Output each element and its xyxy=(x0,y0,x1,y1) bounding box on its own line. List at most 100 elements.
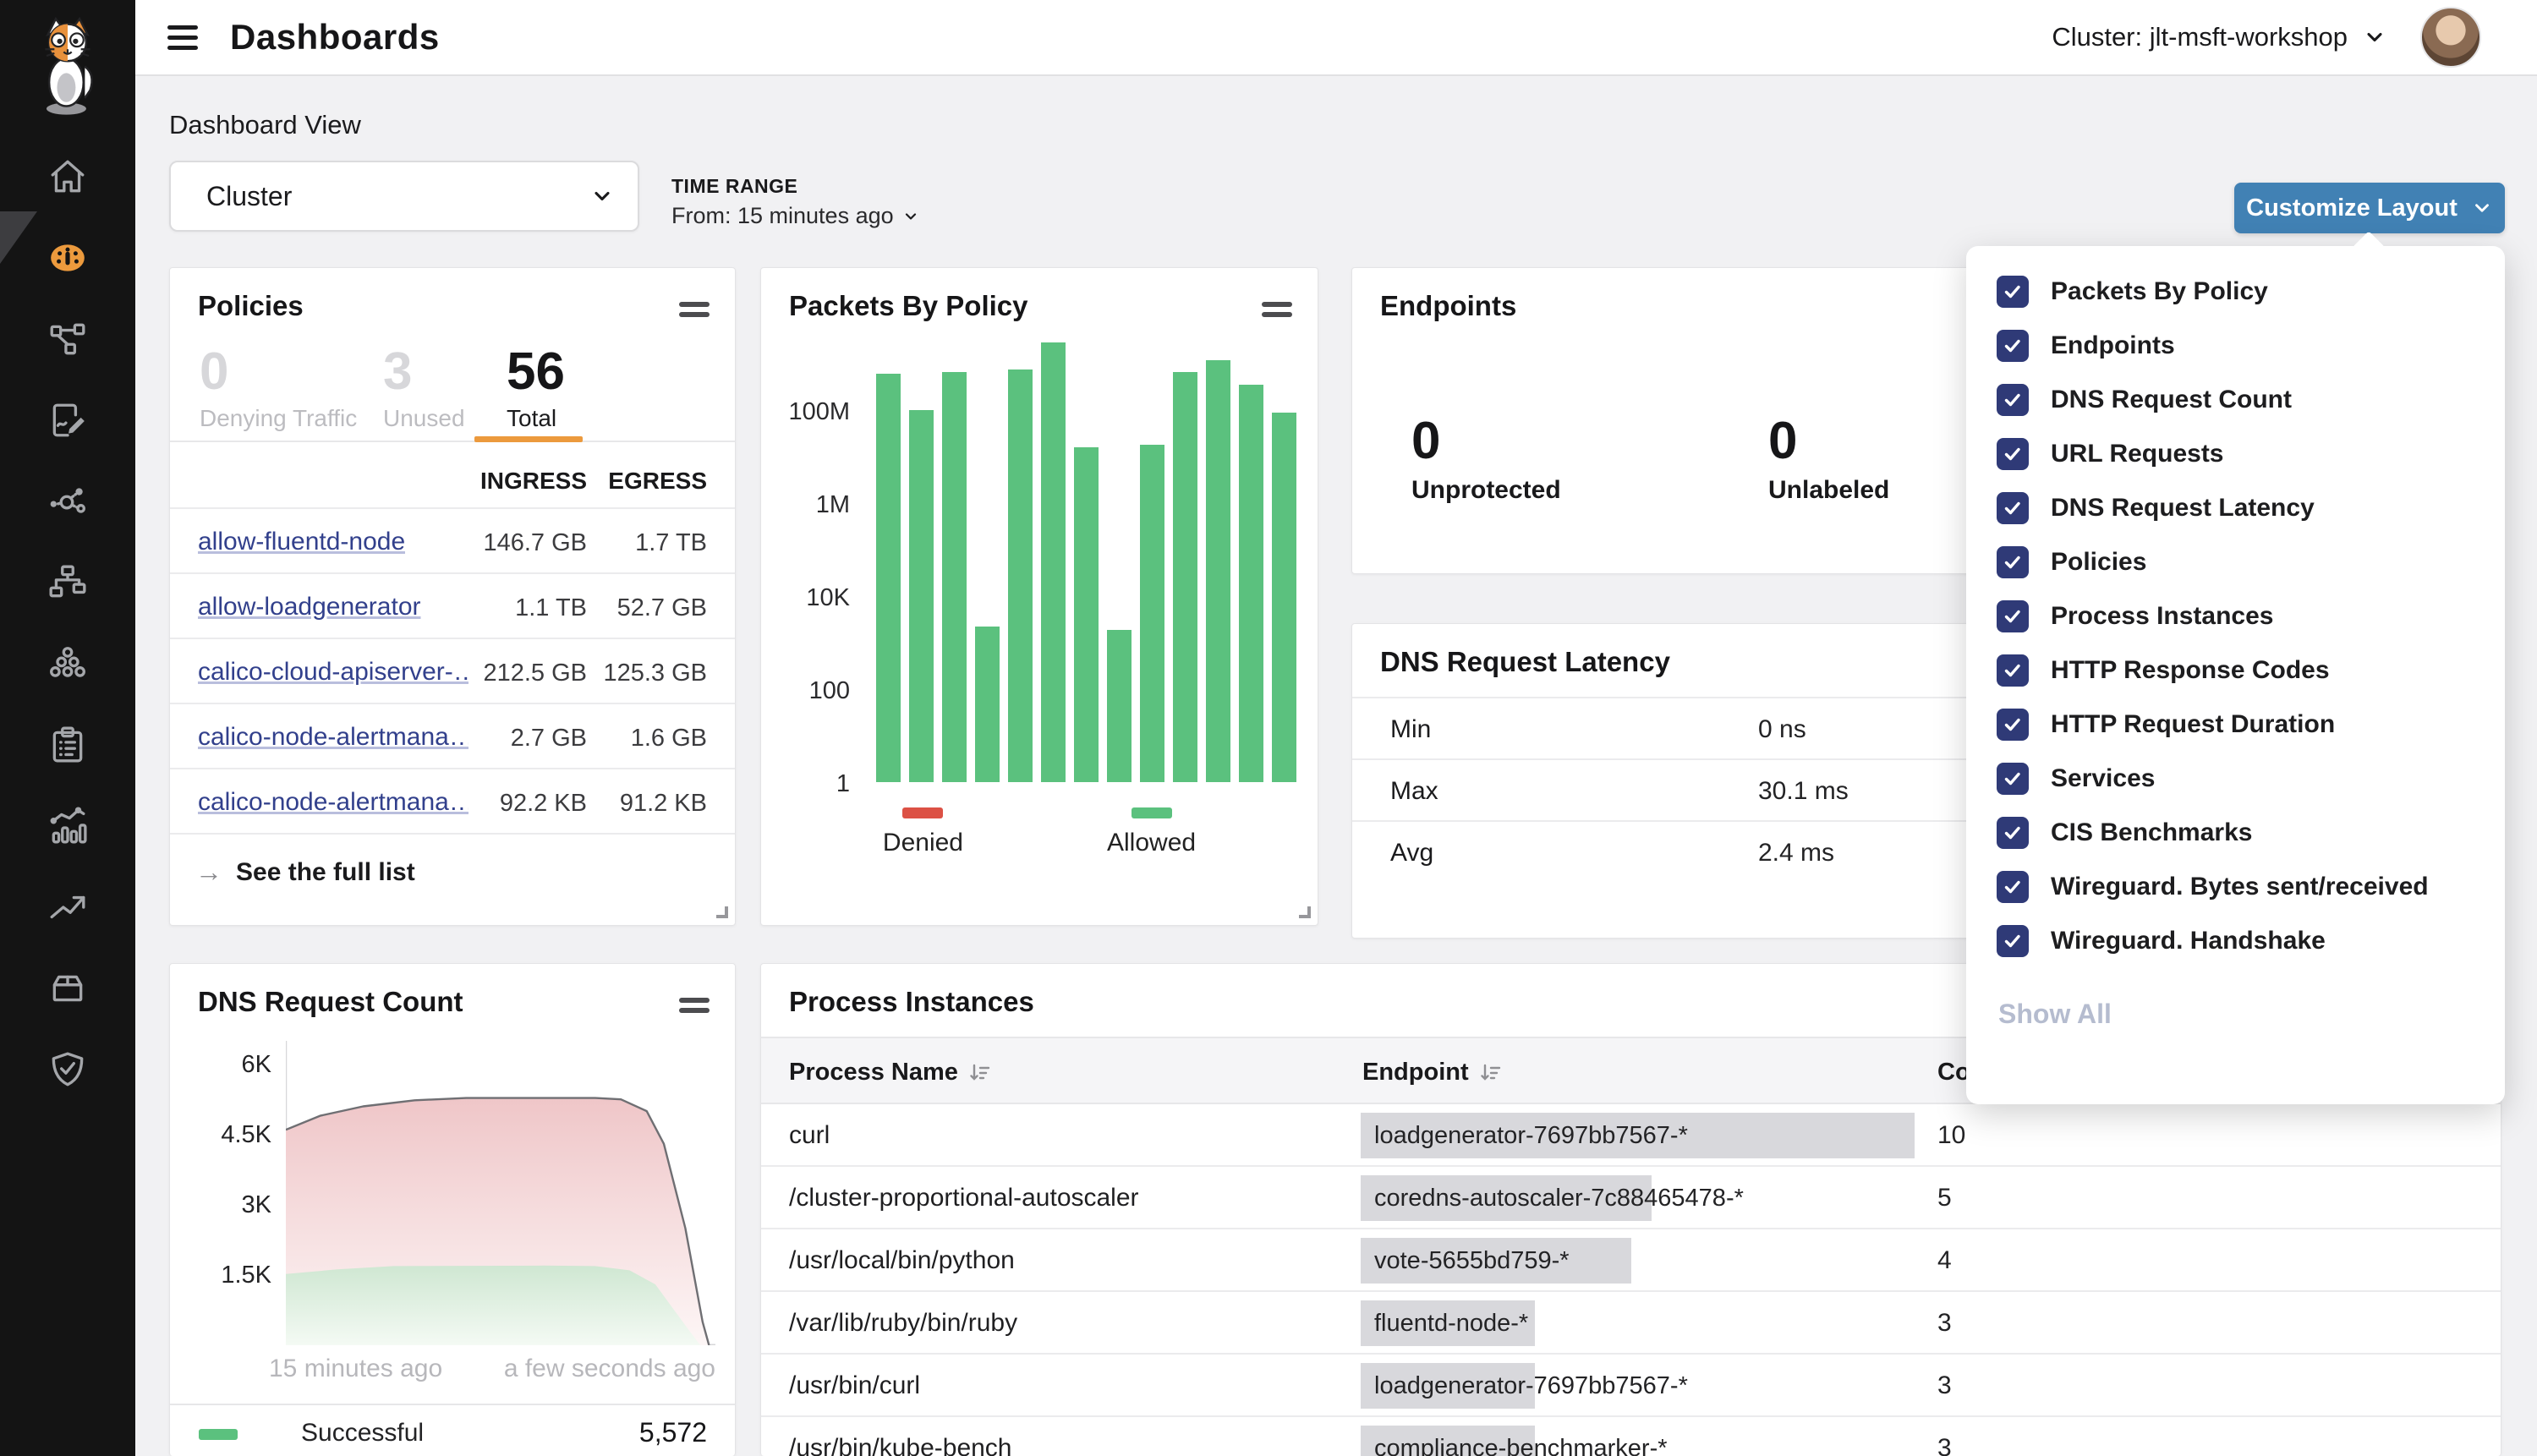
sort-icon[interactable] xyxy=(1479,1062,1501,1084)
sidebar-item-clusters[interactable] xyxy=(0,623,135,704)
customize-menu-item[interactable]: DNS Request Latency xyxy=(1966,481,2505,535)
checkbox-checked-icon[interactable] xyxy=(1997,925,2029,957)
policy-name-link[interactable]: allow-loadgenerator xyxy=(198,593,421,621)
checkbox-checked-icon[interactable] xyxy=(1997,546,2029,578)
stat-unlabeled[interactable]: 0 Unlabeled xyxy=(1768,413,1889,505)
customize-layout-button[interactable]: Customize Layout xyxy=(2234,183,2505,233)
policy-name-link[interactable]: allow-fluentd-node xyxy=(198,528,405,556)
show-all-link[interactable]: Show All xyxy=(1998,999,2505,1030)
checkbox-checked-icon[interactable] xyxy=(1997,600,2029,632)
checkbox-checked-icon[interactable] xyxy=(1997,438,2029,470)
allowed-swatch xyxy=(1132,807,1172,818)
endpoint-chip[interactable]: loadgenerator-7697bb7567-* xyxy=(1361,1363,1535,1409)
endpoint-chip[interactable]: compliance-benchmarker-* xyxy=(1361,1426,1535,1456)
endpoint-chip[interactable]: vote-5655bd759-* xyxy=(1361,1238,1631,1284)
packets-bar[interactable] xyxy=(876,374,901,782)
col-process-name[interactable]: Process Name xyxy=(789,1059,990,1087)
policy-name-link[interactable]: calico-node-alertmana… xyxy=(198,723,468,752)
customize-menu-item-label: DNS Request Latency xyxy=(2051,494,2315,523)
see-full-list-link[interactable]: → See the full list xyxy=(170,833,735,888)
policies-column-headers: INGRESS EGRESS xyxy=(170,442,735,507)
menu-icon[interactable] xyxy=(167,19,200,56)
sidebar-item-security[interactable] xyxy=(0,1029,135,1110)
customize-menu-item[interactable]: DNS Request Count xyxy=(1966,373,2505,427)
customize-menu-item-label: Endpoints xyxy=(2051,331,2175,360)
sidebar-item-dashboards[interactable] xyxy=(0,217,135,298)
resize-handle[interactable] xyxy=(716,906,728,918)
cluster-selector[interactable]: Cluster: jlt-msft-workshop xyxy=(2052,22,2386,52)
packets-bar[interactable] xyxy=(975,627,1000,782)
packets-bar[interactable] xyxy=(1140,445,1164,782)
stat-unprotected[interactable]: 0 Unprotected xyxy=(1411,413,1561,505)
sidebar-item-compliance[interactable] xyxy=(0,704,135,785)
customize-menu-item[interactable]: HTTP Request Duration xyxy=(1966,698,2505,752)
legend-allowed[interactable]: Allowed xyxy=(1107,807,1196,857)
packets-bar[interactable] xyxy=(1008,369,1033,782)
sidebar-item-policy-editor[interactable] xyxy=(0,380,135,461)
legend-denied[interactable]: Denied xyxy=(883,807,963,857)
packets-bar[interactable] xyxy=(1107,630,1132,782)
checkbox-checked-icon[interactable] xyxy=(1997,276,2029,308)
sidebar-item-packages[interactable] xyxy=(0,948,135,1029)
page-title: Dashboards xyxy=(230,17,440,57)
col-endpoint[interactable]: Endpoint xyxy=(1362,1059,1501,1087)
sidebar-item-analytics[interactable] xyxy=(0,785,135,867)
checkbox-checked-icon[interactable] xyxy=(1997,654,2029,687)
stat-denying-traffic[interactable]: 0 Denying Traffic xyxy=(200,342,383,432)
checkbox-checked-icon[interactable] xyxy=(1997,817,2029,849)
checkbox-checked-icon[interactable] xyxy=(1997,330,2029,362)
user-avatar[interactable] xyxy=(2420,7,2481,68)
checkbox-checked-icon[interactable] xyxy=(1997,384,2029,416)
customize-menu-item[interactable]: Process Instances xyxy=(1966,589,2505,643)
checkbox-checked-icon[interactable] xyxy=(1997,763,2029,795)
resize-handle[interactable] xyxy=(1299,906,1311,918)
sidebar-item-network-topology[interactable] xyxy=(0,542,135,623)
packets-bar[interactable] xyxy=(1206,360,1230,782)
sidebar-item-home[interactable] xyxy=(0,136,135,217)
customize-menu-item[interactable]: Packets By Policy xyxy=(1966,265,2505,319)
packets-bar[interactable] xyxy=(942,372,967,782)
packets-bar[interactable] xyxy=(1239,385,1263,782)
top-bar: Dashboards Cluster: jlt-msft-workshop xyxy=(135,0,2537,76)
policy-name-link[interactable]: calico-cloud-apiserver-… xyxy=(198,658,468,687)
sidebar-item-service-graph[interactable] xyxy=(0,461,135,542)
chevron-down-icon xyxy=(2363,25,2386,49)
sidebar-item-network-policies[interactable] xyxy=(0,298,135,380)
sidebar-item-flow-logs[interactable] xyxy=(0,867,135,948)
checkbox-checked-icon[interactable] xyxy=(1997,709,2029,741)
packets-bar[interactable] xyxy=(1074,447,1099,782)
drag-handle-icon[interactable] xyxy=(679,993,710,1018)
packets-bar[interactable] xyxy=(1041,342,1066,782)
sort-icon[interactable] xyxy=(968,1062,990,1084)
latency-value: 0 ns xyxy=(1758,715,1806,744)
policy-ingress-value: 1.1 TB xyxy=(515,594,587,622)
packets-bar[interactable] xyxy=(1272,413,1296,782)
customize-menu-item[interactable]: Endpoints xyxy=(1966,319,2505,373)
sidebar xyxy=(0,0,135,1456)
policy-egress-value: 1.7 TB xyxy=(635,529,707,557)
endpoint-chip[interactable]: loadgenerator-7697bb7567-* xyxy=(1361,1113,1915,1158)
dashboard-view-select[interactable]: Cluster xyxy=(169,161,639,232)
customize-menu-item[interactable]: Policies xyxy=(1966,535,2505,589)
calico-cat-logo[interactable] xyxy=(28,14,107,117)
packets-bar[interactable] xyxy=(1173,372,1197,782)
customize-menu-item[interactable]: CIS Benchmarks xyxy=(1966,806,2505,860)
customize-menu-item[interactable]: HTTP Response Codes xyxy=(1966,643,2505,698)
customize-menu-item[interactable]: URL Requests xyxy=(1966,427,2505,481)
stat-unused[interactable]: 3 Unused xyxy=(383,342,507,432)
endpoint-chip[interactable]: coredns-autoscaler-7c88465478-* xyxy=(1361,1175,1652,1221)
customize-menu-item[interactable]: Wireguard. Bytes sent/received xyxy=(1966,860,2505,914)
customize-menu-item-label: Wireguard. Bytes sent/received xyxy=(2051,873,2429,901)
checkbox-checked-icon[interactable] xyxy=(1997,492,2029,524)
latency-value: 30.1 ms xyxy=(1758,777,1849,806)
checkbox-checked-icon[interactable] xyxy=(1997,871,2029,903)
drag-handle-icon[interactable] xyxy=(679,297,710,322)
packets-bar[interactable] xyxy=(909,410,934,782)
stat-total[interactable]: 56 Total xyxy=(507,342,565,432)
dns-legend-row[interactable]: Successful 5,572 xyxy=(170,1404,735,1456)
customize-menu-item[interactable]: Wireguard. Handshake xyxy=(1966,914,2505,968)
time-range-toggle[interactable]: From: 15 minutes ago xyxy=(671,203,919,229)
endpoint-chip[interactable]: fluentd-node-* xyxy=(1361,1300,1535,1346)
customize-menu-item[interactable]: Services xyxy=(1966,752,2505,806)
policy-name-link[interactable]: calico-node-alertmana… xyxy=(198,788,468,817)
